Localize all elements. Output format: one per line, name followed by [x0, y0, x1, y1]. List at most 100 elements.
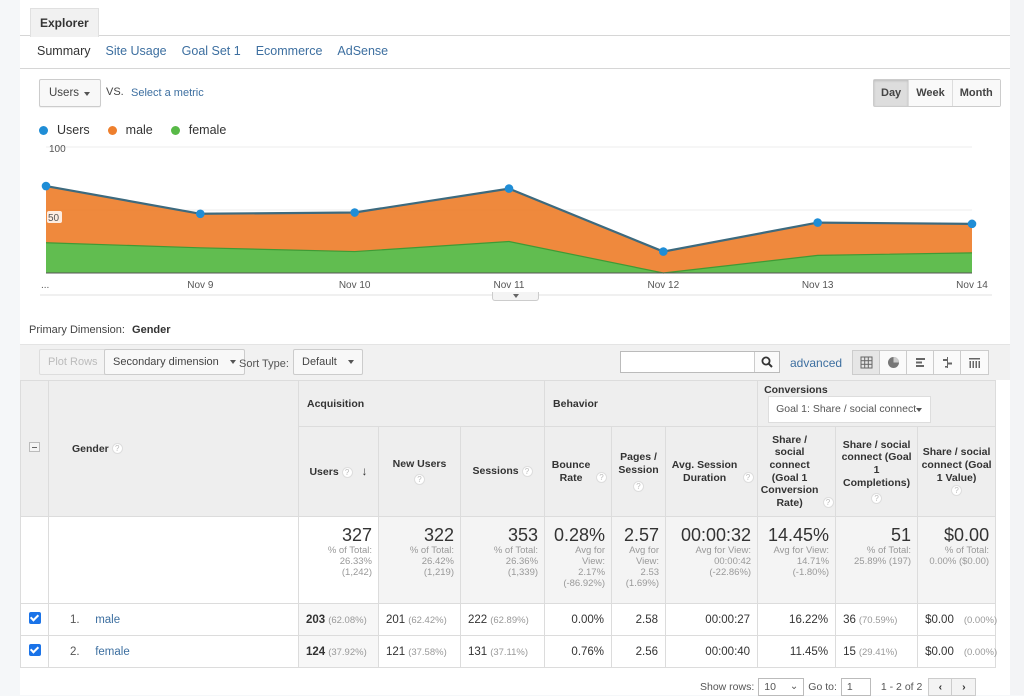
show-rows-value: 10: [764, 681, 776, 693]
next-page-button[interactable]: ›: [952, 678, 977, 696]
row-dimension-cell: 2. female: [48, 635, 299, 668]
total-sub: Avg for View: 00:00:42 (-22.86%): [695, 545, 752, 578]
chevron-down-icon: [347, 360, 354, 365]
cell-pages-session: 2.56: [611, 635, 667, 668]
total-sub: % of Total: 0.00% ($0.00): [929, 545, 990, 567]
page-range: 1 - 2 of 2: [880, 681, 923, 693]
help-icon[interactable]: ?: [822, 497, 834, 509]
help-icon[interactable]: ?: [111, 443, 123, 455]
dimension-header[interactable]: Gender ?: [48, 380, 299, 517]
report-tabs: Explorer: [20, 0, 1010, 37]
dimension-header-label: Gender: [72, 442, 109, 455]
help-icon[interactable]: ?: [633, 480, 645, 492]
help-icon[interactable]: ?: [742, 472, 754, 484]
col-header-pages-session[interactable]: Pages / Session ?: [611, 426, 667, 517]
comparison-view-button[interactable]: [934, 351, 961, 374]
primary-dimension: Primary Dimension: Gender: [29, 324, 171, 336]
col-header-users[interactable]: Users ? ↓: [298, 426, 379, 517]
col-header-goal1-value[interactable]: Share / social connect (Goal 1 Value) ?: [917, 426, 997, 517]
select-all-checkbox[interactable]: [29, 442, 40, 452]
help-icon[interactable]: ?: [595, 472, 607, 484]
totals-row: 327% of Total: 26.33% (1,242) 322% of Tota…: [20, 516, 997, 604]
col-header-sessions[interactable]: Sessions ?: [459, 426, 546, 517]
day-button[interactable]: Day: [874, 80, 910, 106]
totals-empty-cell: [48, 516, 299, 604]
tab-explorer[interactable]: Explorer: [30, 8, 99, 37]
show-rows-select[interactable]: 10 ⌄: [758, 678, 805, 696]
total-sub: % of Total: 26.42% (1,219): [409, 545, 454, 578]
legend-item-users: Users: [39, 123, 90, 137]
help-icon[interactable]: ?: [414, 474, 425, 486]
primary-dimension-value[interactable]: Gender: [132, 324, 171, 336]
x-tick-label: Nov 12: [647, 280, 679, 291]
total-users: 327% of Total: 26.33% (1,242): [298, 516, 379, 604]
cell-goal1-completions: 15 (29.41%): [835, 635, 919, 668]
table-view-toggle: [852, 350, 989, 375]
chevron-down-icon: ⌄: [789, 681, 799, 692]
plot-rows-button[interactable]: Plot Rows: [39, 349, 107, 375]
row-number: 2.: [70, 645, 80, 658]
total-sub: Avg for View: 2.53 (1.69%): [625, 545, 660, 589]
row-dimension-link[interactable]: female: [95, 646, 130, 658]
col-header-label: Bounce Rate: [551, 458, 591, 484]
help-icon[interactable]: ?: [951, 484, 963, 496]
table-row: 2. female 124 (37.92%) 121 (37.58%) 131 (37…: [20, 635, 997, 668]
subtab-goal-set-1[interactable]: Goal Set 1: [182, 44, 241, 58]
col-header-label: Share / social connect (Goal 1 Completio…: [841, 438, 912, 489]
sort-type-value: Default: [302, 356, 337, 368]
col-header-goal1-completions[interactable]: Share / social connect (Goal 1 Completio…: [835, 426, 919, 517]
search-button[interactable]: [754, 352, 779, 372]
table-toolbar: Plot Rows Secondary dimension Sort Type:…: [20, 344, 1010, 380]
users-data-point: [813, 218, 822, 227]
col-header-label: Share / social connect (Goal 1 Conversio…: [760, 433, 819, 509]
total-value: 00:00:32: [680, 525, 752, 545]
subtab-ecommerce[interactable]: Ecommerce: [256, 44, 323, 58]
subtab-summary[interactable]: Summary: [37, 44, 90, 58]
col-header-goal1-conversion-rate[interactable]: Share / social connect (Goal 1 Conversio…: [757, 426, 837, 517]
subtab-adsense[interactable]: AdSense: [337, 44, 388, 58]
cell-pages-session: 2.58: [611, 603, 667, 636]
chart-collapse-handle[interactable]: [492, 292, 539, 301]
advanced-filter-link[interactable]: advanced: [790, 356, 842, 370]
col-header-avg-session-duration[interactable]: Avg. Session Duration ?: [665, 426, 759, 517]
cell-goal1-value: $0.00 (0.00%): [917, 635, 997, 668]
users-data-point: [350, 208, 359, 217]
sort-type-select[interactable]: Default: [293, 349, 363, 375]
metric-select[interactable]: Users: [39, 79, 101, 107]
table-search-input[interactable]: [623, 353, 753, 371]
col-header-new-users[interactable]: New Users ?: [378, 426, 461, 517]
subtab-site-usage[interactable]: Site Usage: [105, 44, 166, 58]
prev-page-button[interactable]: ‹: [928, 678, 953, 696]
performance-view-button[interactable]: [907, 351, 934, 374]
total-new-users: 322% of Total: 26.42% (1,219): [378, 516, 461, 604]
row-checkbox[interactable]: [28, 612, 41, 624]
x-tick-label: Nov 11: [494, 280, 525, 291]
legend-label: female: [188, 123, 227, 137]
data-view-button[interactable]: [853, 351, 880, 374]
pivot-view-button[interactable]: [961, 351, 988, 374]
help-icon[interactable]: ?: [521, 465, 533, 477]
total-value: 327: [341, 525, 372, 545]
secondary-dimension-select[interactable]: Secondary dimension: [104, 349, 245, 375]
total-pages-session: 2.57 Avg for View: 2.53 (1.69%): [611, 516, 667, 604]
goto-input[interactable]: 1: [840, 678, 871, 696]
row-dimension-link[interactable]: male: [95, 614, 120, 626]
week-button[interactable]: Week: [909, 80, 953, 106]
pie-chart-icon: [887, 357, 899, 368]
legend-label: Users: [57, 123, 90, 137]
total-goal1-completions: 51% of Total: 25.89% (197): [835, 516, 919, 604]
cell-avg-session-duration: 00:00:40: [665, 635, 759, 668]
goal-select-value: Goal 1: Share / social connect: [776, 403, 917, 415]
table-group-header-row: Gender ? Acquisition Behavior Conversion…: [20, 380, 997, 517]
select-metric-link[interactable]: Select a metric: [131, 87, 204, 99]
row-checkbox-cell: [20, 603, 49, 636]
help-icon[interactable]: ?: [341, 466, 353, 478]
help-icon[interactable]: ?: [871, 493, 883, 505]
month-button[interactable]: Month: [952, 80, 1000, 106]
grid-icon: [860, 356, 872, 369]
row-checkbox[interactable]: [28, 644, 41, 656]
goal-select[interactable]: Goal 1: Share / social connect: [768, 396, 932, 423]
col-header-bounce-rate[interactable]: Bounce Rate ?: [544, 426, 613, 517]
total-value: $0.00: [944, 525, 990, 545]
percentage-view-button[interactable]: [880, 351, 907, 374]
